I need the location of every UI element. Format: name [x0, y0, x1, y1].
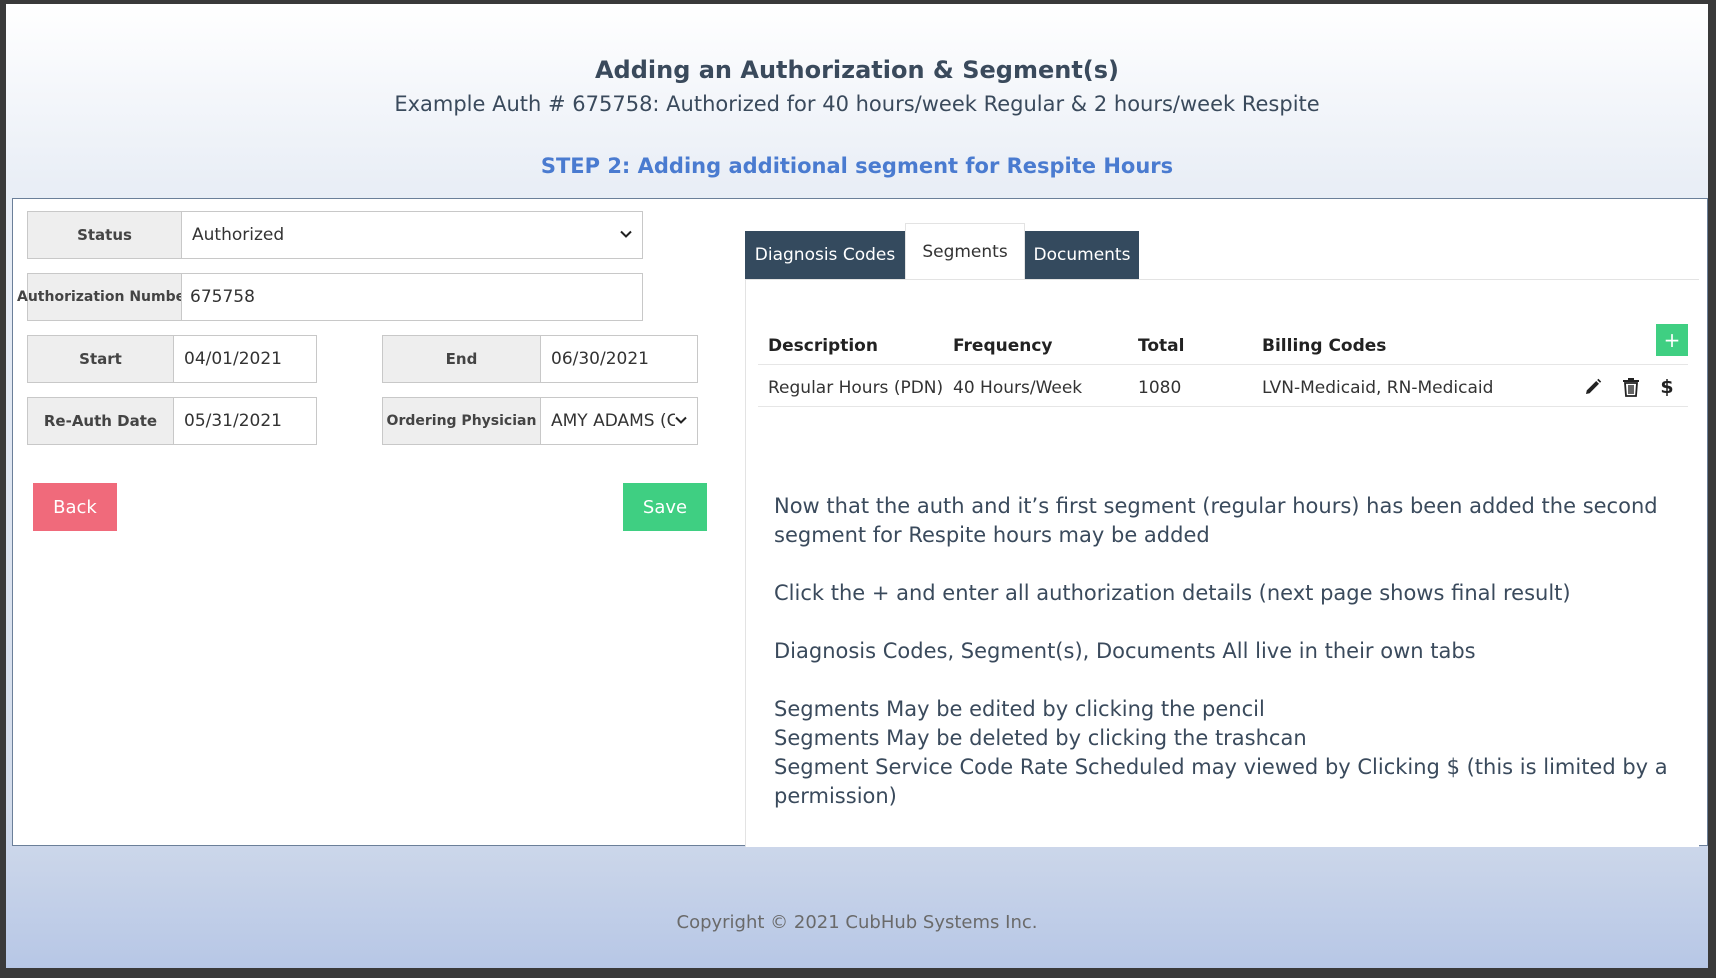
- dollar-icon[interactable]: $: [1656, 376, 1678, 398]
- auth-number-field: Authorization Number 675758: [17, 273, 643, 321]
- status-value: Authorized: [192, 225, 285, 245]
- status-field: Status Authorized: [27, 211, 643, 259]
- note-line: Diagnosis Codes, Segment(s), Documents A…: [774, 639, 1476, 663]
- copyright-footer: Copyright © 2021 CubHub Systems Inc.: [676, 912, 1038, 933]
- column-header-description: Description: [768, 336, 878, 356]
- tab-bar: Diagnosis Codes Segments Documents: [745, 223, 1693, 279]
- note-line: Now that the auth and it’s first segment…: [774, 494, 1658, 547]
- slide: Adding an Authorization & Segment(s) Exa…: [6, 4, 1708, 968]
- slide-subtitle: Example Auth # 675758: Authorized for 40…: [394, 92, 1320, 116]
- auth-number-input[interactable]: 675758: [181, 273, 643, 321]
- status-label: Status: [27, 211, 181, 259]
- row-description: Regular Hours (PDN): [768, 378, 944, 398]
- end-date-field: End 06/30/2021: [382, 335, 698, 383]
- row-total: 1080: [1138, 378, 1182, 398]
- end-label: End: [382, 335, 540, 383]
- auth-number-label: Authorization Number: [17, 273, 192, 321]
- status-select[interactable]: Authorized: [181, 211, 643, 259]
- note-line: Segments May be edited by clicking the p…: [774, 697, 1265, 721]
- slide-title: Adding an Authorization & Segment(s): [594, 56, 1120, 84]
- reauth-date-input[interactable]: 05/31/2021: [173, 397, 317, 445]
- pencil-icon[interactable]: [1582, 376, 1604, 398]
- segments-panel: Description Frequency Total Billing Code…: [745, 279, 1699, 847]
- chevron-down-icon: [675, 416, 687, 424]
- note-line: Segments May be deleted by clicking the …: [774, 726, 1307, 750]
- note-line: Click the + and enter all authorization …: [774, 581, 1571, 605]
- chevron-down-icon: [620, 230, 632, 238]
- column-header-total: Total: [1138, 336, 1185, 356]
- reauth-date-field: Re-Auth Date 05/31/2021: [27, 397, 317, 445]
- ordering-physician-field: Ordering Physician AMY ADAMS (C: [382, 397, 698, 445]
- tab-documents[interactable]: Documents: [1025, 231, 1139, 279]
- start-date-field: Start 04/01/2021: [27, 335, 317, 383]
- ordering-physician-value: AMY ADAMS (C: [551, 411, 675, 431]
- start-label: Start: [27, 335, 173, 383]
- row-frequency: 40 Hours/Week: [953, 378, 1083, 398]
- tab-diagnosis-codes[interactable]: Diagnosis Codes: [745, 231, 905, 279]
- save-button[interactable]: Save: [623, 483, 707, 531]
- reauth-label: Re-Auth Date: [27, 397, 173, 445]
- end-date-input[interactable]: 06/30/2021: [540, 335, 698, 383]
- column-header-billing-codes: Billing Codes: [1262, 336, 1387, 356]
- note-line: Segment Service Code Rate Scheduled may …: [774, 755, 1668, 808]
- slide-step-heading: STEP 2: Adding additional segment for Re…: [540, 154, 1174, 178]
- trash-icon[interactable]: [1620, 376, 1642, 398]
- row-billing-codes: LVN-Medicaid, RN-Medicaid: [1262, 378, 1494, 398]
- table-divider: [758, 406, 1688, 407]
- authorization-form-window: Status Authorized Authorization Number 6…: [12, 198, 1708, 847]
- table-divider: [758, 364, 1688, 365]
- start-date-input[interactable]: 04/01/2021: [173, 335, 317, 383]
- tab-segments[interactable]: Segments: [905, 223, 1025, 279]
- instructions-text: Now that the auth and it’s first segment…: [774, 492, 1674, 811]
- back-button[interactable]: Back: [33, 483, 117, 531]
- column-header-frequency: Frequency: [953, 336, 1053, 356]
- add-segment-button[interactable]: +: [1656, 324, 1688, 356]
- ordering-physician-select[interactable]: AMY ADAMS (C: [540, 397, 698, 445]
- ordering-physician-label: Ordering Physician: [382, 397, 540, 445]
